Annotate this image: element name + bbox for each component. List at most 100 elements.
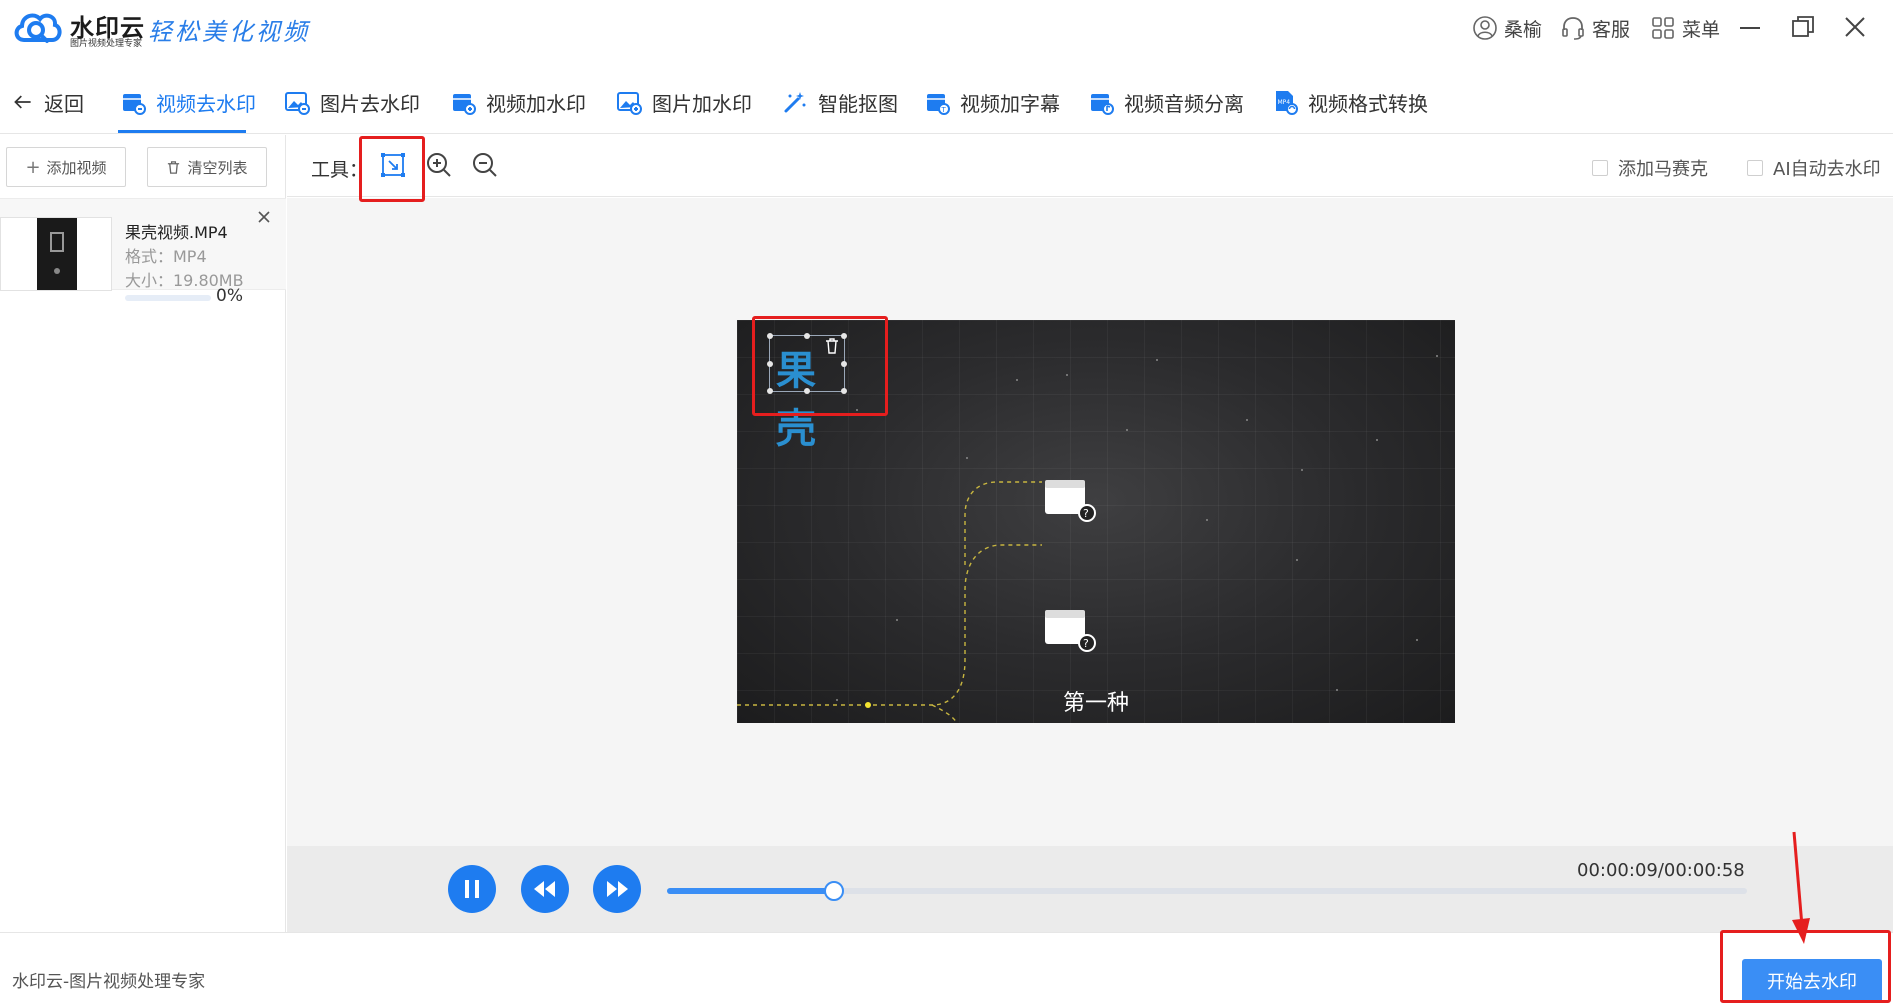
- seek-bar-progress: [667, 888, 835, 894]
- pause-icon: [465, 880, 479, 898]
- resize-handle[interactable]: [841, 361, 847, 367]
- seek-knob[interactable]: [824, 881, 845, 901]
- video-window-icon-1: ?: [1045, 480, 1096, 522]
- thumbnail-dot: [54, 268, 60, 274]
- tab-video-audio-split[interactable]: 视频音频分离: [1088, 70, 1244, 134]
- mp4-convert-icon: MP4: [1276, 91, 1298, 115]
- resize-handle[interactable]: [841, 333, 847, 339]
- slogan: 轻松美化视频: [148, 18, 310, 46]
- tab-video-watermark-add[interactable]: 视频加水印: [450, 70, 586, 134]
- select-area-tool-icon[interactable]: [379, 151, 407, 179]
- plus-icon: +: [25, 156, 41, 178]
- arrow-left-icon: [14, 95, 31, 109]
- video-window-icon-2: ?: [1045, 610, 1096, 652]
- ai-remove-checkbox[interactable]: AI自动去水印: [1747, 155, 1881, 181]
- video-caption: 第一种: [1063, 691, 1130, 716]
- video-preview[interactable]: ? ? 果壳 第一种: [737, 320, 1455, 723]
- image-watermark-add-icon: [617, 92, 642, 115]
- add-video-button[interactable]: + 添加视频: [6, 147, 126, 187]
- back-button[interactable]: 返回: [12, 70, 84, 134]
- tab-label: 图片加水印: [652, 91, 752, 116]
- remove-file-icon[interactable]: [256, 209, 272, 225]
- video-audio-split-icon: [1091, 94, 1114, 115]
- preview-stage: ? ? 果壳 第一种: [287, 198, 1893, 846]
- resize-handle[interactable]: [767, 388, 773, 394]
- delete-selection-icon[interactable]: [822, 336, 842, 356]
- resize-handle[interactable]: [767, 361, 773, 367]
- tab-smart-cutout[interactable]: 智能抠图: [782, 70, 898, 134]
- tools-label: 工具：: [311, 159, 369, 181]
- video-watermark-remove-icon: [123, 94, 146, 115]
- watermark-selection-box[interactable]: 果壳: [767, 333, 847, 452]
- rewind-button[interactable]: [521, 865, 569, 913]
- ai-remove-checkbox-box[interactable]: [1747, 160, 1763, 176]
- tab-image-watermark-add[interactable]: 图片加水印: [616, 70, 752, 134]
- fast-forward-icon: [607, 881, 628, 897]
- file-list-panel: + 添加视频 清空列表 果壳视频.MP4 格式：MP4 大小：19.80MB 0…: [0, 135, 286, 932]
- tab-label: 视频音频分离: [1124, 91, 1244, 116]
- tab-video-format-convert[interactable]: MP4 视频格式转换: [1272, 70, 1428, 134]
- tab-label: 视频加水印: [486, 91, 586, 116]
- start-remove-watermark-button[interactable]: 开始去水印: [1742, 959, 1882, 1003]
- svg-text:T: T: [941, 106, 947, 114]
- title-bar: 水印云 图片视频处理专家 轻松美化视频 桑榆 客服 菜单: [0, 0, 1893, 56]
- status-footer: 水印云-图片视频处理专家 开始去水印: [0, 932, 1893, 1005]
- mosaic-checkbox-box[interactable]: [1592, 160, 1608, 176]
- svg-text:?: ?: [1083, 637, 1089, 650]
- user-name: 桑榆: [1504, 18, 1543, 41]
- clear-list-button[interactable]: 清空列表: [147, 147, 267, 187]
- headset-icon: [1562, 17, 1584, 40]
- zoom-out-icon[interactable]: [471, 151, 499, 179]
- zoom-in-icon[interactable]: [425, 151, 453, 179]
- resize-handle[interactable]: [804, 333, 810, 339]
- tab-video-subtitle[interactable]: T 视频加字幕: [924, 70, 1060, 134]
- add-video-label: 添加视频: [46, 158, 107, 177]
- pause-button[interactable]: [448, 865, 496, 913]
- minimize-icon[interactable]: [1738, 18, 1762, 38]
- menu-label: 菜单: [1682, 18, 1721, 41]
- grid-menu-icon: [1652, 17, 1674, 39]
- tab-label: 视频去水印: [156, 91, 256, 116]
- image-watermark-remove-icon: [285, 92, 310, 115]
- thumbnail-image: [37, 218, 77, 290]
- active-tab-indicator: [118, 130, 246, 133]
- main-menu[interactable]: 菜单: [1650, 14, 1720, 42]
- svg-text:?: ?: [1083, 507, 1089, 520]
- trash-icon: [168, 160, 180, 174]
- file-name: 果壳视频.MP4: [125, 223, 228, 242]
- file-progress-percent: 0%: [216, 286, 243, 306]
- mosaic-checkbox[interactable]: 添加马赛克: [1592, 155, 1708, 181]
- close-window-icon[interactable]: [1842, 14, 1868, 40]
- tab-label: 智能抠图: [818, 91, 898, 116]
- user-account[interactable]: 桑榆: [1472, 14, 1542, 42]
- tab-image-watermark-remove[interactable]: 图片去水印: [284, 70, 420, 134]
- video-thumbnail: [0, 217, 112, 291]
- tab-label: 视频格式转换: [1308, 91, 1428, 116]
- annotation-arrow-icon: [1792, 831, 1810, 944]
- time-readout: 00:00:09/00:00:58: [1577, 860, 1745, 881]
- customer-service[interactable]: 客服: [1560, 14, 1630, 42]
- resize-handle[interactable]: [767, 333, 773, 339]
- file-format: 格式：MP4: [125, 247, 207, 266]
- footer-text: 水印云-图片视频处理专家: [12, 972, 206, 992]
- fast-forward-button[interactable]: [593, 865, 641, 913]
- clear-list-label: 清空列表: [187, 158, 248, 177]
- player-controls: 00:00:09/00:00:58: [287, 846, 1893, 932]
- video-watermark-add-icon: [453, 94, 476, 115]
- back-label: 返回: [44, 91, 84, 116]
- resize-handle[interactable]: [841, 388, 847, 394]
- resize-handle[interactable]: [804, 388, 810, 394]
- tab-label: 图片去水印: [320, 91, 420, 116]
- tab-video-watermark-remove[interactable]: 视频去水印: [120, 70, 256, 134]
- restore-icon[interactable]: [1790, 14, 1816, 40]
- video-subtitle-icon: T: [927, 94, 950, 115]
- cloud-logo-icon: [14, 13, 62, 43]
- editor-toolbar: 工具： 添加马赛克 AI自动去水印: [287, 135, 1893, 197]
- rewind-icon: [534, 881, 555, 897]
- user-icon: [1473, 16, 1497, 40]
- file-progress-bar: [125, 295, 211, 301]
- ai-remove-label: AI自动去水印: [1773, 159, 1881, 180]
- service-label: 客服: [1592, 18, 1631, 41]
- feature-nav: 返回 视频去水印 图片去水印 视频加水印 图片加水印 智能抠图 T 视频加字幕 …: [0, 70, 1893, 134]
- tab-label: 视频加字幕: [960, 91, 1060, 116]
